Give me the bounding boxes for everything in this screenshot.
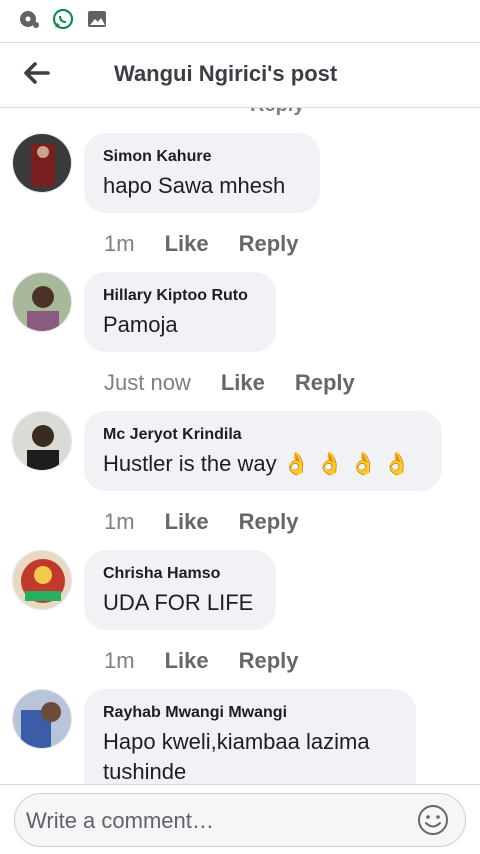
comment-text: Hapo kweli,kiambaa lazima tushinde <box>103 729 370 784</box>
music-notification-icon <box>18 8 40 30</box>
commenter-name[interactable]: Hillary Kiptoo Ruto <box>103 286 256 306</box>
comment-time: 1m <box>104 231 135 256</box>
comment-placeholder: Write a comment… <box>26 808 214 833</box>
reply-button[interactable]: Reply <box>295 370 355 396</box>
comment-bubble[interactable]: Chrisha Hamso UDA FOR LIFE <box>84 550 276 630</box>
comment-bubble[interactable]: Rayhab Mwangi Mwangi Hapo kweli,kiambaa … <box>84 689 416 784</box>
comment-actions: 1m Like Reply <box>104 509 299 535</box>
comment-bubble[interactable]: Mc Jeryot Krindila Hustler is the way 👌 👌… <box>84 411 442 491</box>
comment-text: UDA FOR LIFE <box>103 590 254 615</box>
comment-bubble[interactable]: Simon Kahure hapo Sawa mhesh <box>84 133 320 213</box>
reply-button[interactable]: Reply <box>239 648 299 674</box>
avatar[interactable] <box>12 689 72 749</box>
like-button[interactable]: Like <box>165 648 209 674</box>
commenter-name[interactable]: Chrisha Hamso <box>103 564 256 584</box>
status-bar <box>0 0 480 38</box>
comment-text: hapo Sawa mhesh <box>103 173 286 198</box>
commenter-name[interactable]: Mc Jeryot Krindila <box>103 425 422 445</box>
commenter-name[interactable]: Simon Kahure <box>103 147 300 167</box>
whatsapp-icon <box>52 8 74 30</box>
commenter-name[interactable]: Rayhab Mwangi Mwangi <box>103 703 396 723</box>
comment-text: Hustler is the way 👌 👌 👌 👌 <box>103 449 422 479</box>
comment-text: Pamoja <box>103 312 178 337</box>
post-header: Wangui Ngirici's post <box>0 42 480 108</box>
comment-time: 1m <box>104 648 135 673</box>
avatar[interactable] <box>12 411 72 471</box>
like-button[interactable]: Like <box>221 370 265 396</box>
comment-feed[interactable]: Reply Simon Kahure hapo Sawa mhesh 1m Li… <box>0 108 480 784</box>
comment-input[interactable]: Write a comment… <box>14 793 466 847</box>
partial-reply-link: Reply <box>250 108 304 117</box>
like-button[interactable]: Like <box>165 231 209 257</box>
reply-button[interactable]: Reply <box>239 231 299 257</box>
comment-text-body: Hustler is the way <box>103 451 277 476</box>
page-title: Wangui Ngirici's post <box>114 61 338 86</box>
comment-time: Just now <box>104 370 191 395</box>
comment-composer-bar: Write a comment… <box>0 784 480 854</box>
comment-actions: Just now Like Reply <box>104 370 355 396</box>
ok-hand-emoji: 👌 👌 👌 👌 <box>282 451 411 476</box>
arrow-left-icon[interactable] <box>20 57 52 89</box>
reply-button[interactable]: Reply <box>239 509 299 535</box>
avatar[interactable] <box>12 133 72 193</box>
avatar[interactable] <box>12 550 72 610</box>
smiley-icon[interactable] <box>417 804 449 836</box>
comment-actions: 1m Like Reply <box>104 231 299 257</box>
like-button[interactable]: Like <box>165 509 209 535</box>
comment-time: 1m <box>104 509 135 534</box>
comment-bubble[interactable]: Hillary Kiptoo Ruto Pamoja <box>84 272 276 352</box>
gallery-icon <box>86 8 108 30</box>
avatar[interactable] <box>12 272 72 332</box>
comment-actions: 1m Like Reply <box>104 648 299 674</box>
